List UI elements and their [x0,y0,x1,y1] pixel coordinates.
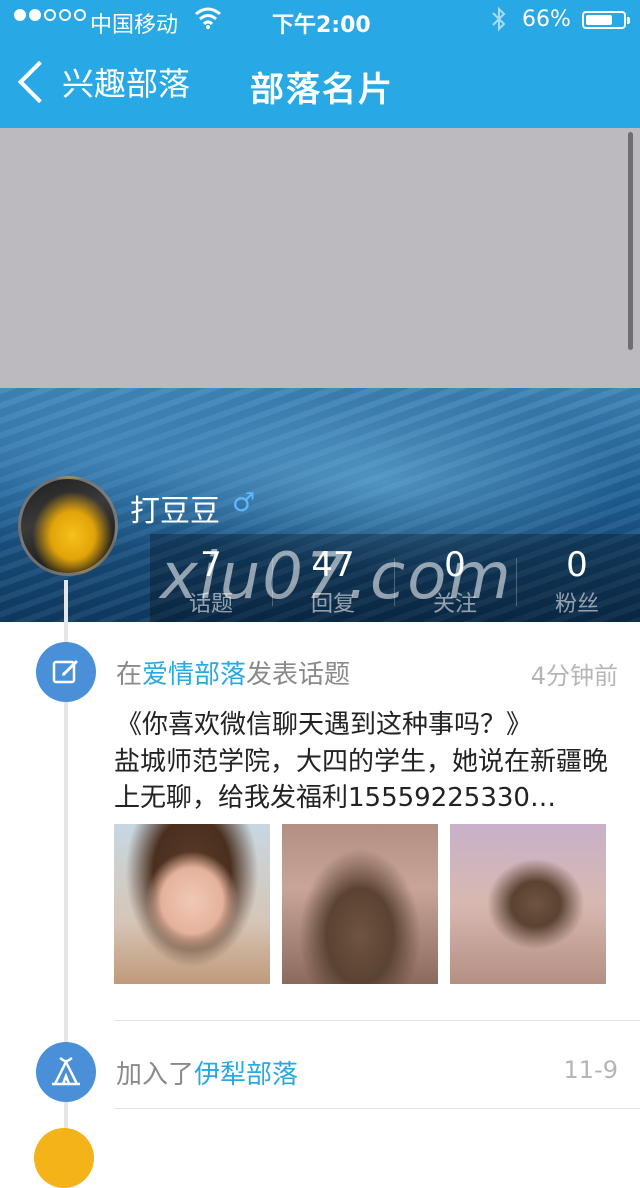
activity-icon [34,1128,94,1188]
scrollbar[interactable] [628,132,633,350]
page-title: 部落名片 [250,70,394,110]
join-tribe-link[interactable]: 伊犁部落 [194,1060,298,1090]
divider [114,1108,640,1109]
stat-followers[interactable]: 0 粉丝 [516,534,638,622]
back-label: 兴趣部落 [62,65,191,103]
status-bar: 中国移动 下午2:00 66% [0,0,640,40]
watermark: xiu07.com [160,540,513,614]
cover-placeholder [0,128,640,388]
post-image-3[interactable] [450,824,606,984]
user-name: 打豆豆 [130,494,220,529]
battery-percent: 66% [522,7,571,32]
male-icon: ♂ [232,488,256,518]
carrier-label: 中国移动 [90,13,179,38]
tent-icon [36,1042,96,1102]
top-bar: 中国移动 下午2:00 66% 兴趣部落 部落名片 [0,0,640,128]
battery-icon [582,11,630,29]
join-prefix: 加入了 [116,1060,195,1090]
join-activity: 加入了伊犁部落 [116,1054,298,1091]
wifi-icon [194,6,222,36]
join-time: 11-9 [563,1056,618,1084]
post-meta-suffix: 发表话题 [246,660,351,690]
divider [114,1020,640,1021]
status-time: 下午2:00 [272,13,371,38]
post-time: 4分钟前 [530,662,618,690]
post-meta-prefix: 在 [116,660,143,690]
avatar[interactable] [18,476,118,576]
post-body[interactable]: 盐城师范学院，大四的学生，她说在新疆晚上无聊，给我发福利15559225330… [114,744,624,816]
bluetooth-icon [490,6,508,38]
stat-value: 0 [566,545,588,585]
post-title[interactable]: 《你喜欢微信聊天遇到这种事吗？》 [116,704,532,741]
post-image-1[interactable] [114,824,270,984]
back-chevron-icon [17,60,61,104]
signal-icon [14,9,86,21]
post-image-2[interactable] [282,824,438,984]
post-tribe-link[interactable]: 爱情部落 [142,660,246,690]
back-button[interactable]: 兴趣部落 [14,56,190,108]
stat-label: 粉丝 [554,592,599,617]
post-meta: 在爱情部落发表话题 [116,654,350,691]
edit-icon [36,642,96,702]
